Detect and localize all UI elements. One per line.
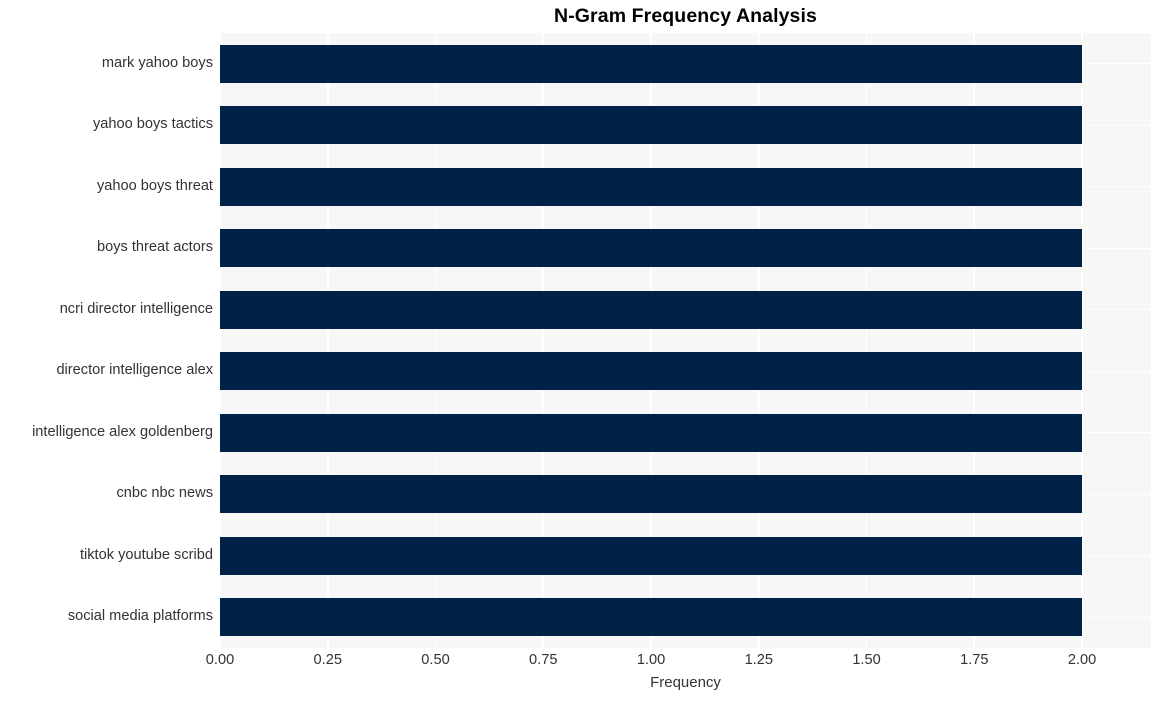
bar [220,44,1083,83]
y-axis-tick-labels: mark yahoo boys yahoo boys tactics yahoo b… [0,33,213,648]
bar [220,413,1083,452]
x-axis-tick-label: 1.00 [636,652,666,668]
bar [220,475,1083,514]
bar [220,167,1083,206]
y-axis-label: yahoo boys threat [96,177,213,194]
x-axis-tick-label: 0.75 [529,652,558,668]
bar [220,106,1083,145]
bar [220,598,1083,637]
x-axis-tick-label: 1.50 [852,652,881,668]
plot-area [220,33,1151,648]
y-axis-label: intelligence alex goldenberg [32,423,213,440]
y-axis-label: mark yahoo boys [101,54,213,71]
x-axis-tick-label: 1.25 [744,652,773,668]
x-axis-tick-label: 0.50 [421,652,450,668]
bar [220,536,1083,575]
x-axis-tick-label: 1.75 [960,652,989,668]
bar [220,229,1083,268]
bar [220,352,1083,391]
bar [220,290,1083,329]
x-axis-tick-label: 2.00 [1067,652,1097,668]
y-axis-label: tiktok youtube scribd [79,546,213,563]
y-axis-label: yahoo boys tactics [92,116,213,133]
x-axis-tick-label: 0.25 [313,652,342,668]
y-axis-label: boys threat actors [97,239,213,256]
y-axis-label: director intelligence alex [56,362,213,379]
y-axis-label: social media platforms [67,608,213,625]
y-axis-label: cnbc nbc news [116,485,213,502]
y-axis-label: ncri director intelligence [59,300,213,317]
chart-title: N-Gram Frequency Analysis [554,5,817,27]
x-axis-title: Frequency [650,674,721,691]
x-axis-tick-label: 0.00 [205,652,235,668]
x-axis-tick-labels: 0.00 0.25 0.50 0.75 1.00 1.25 1.50 1.75 2.00 [0,652,1161,676]
chart-figure: N-Gram Frequency Analysis mark yahoo boy… [0,0,1161,701]
